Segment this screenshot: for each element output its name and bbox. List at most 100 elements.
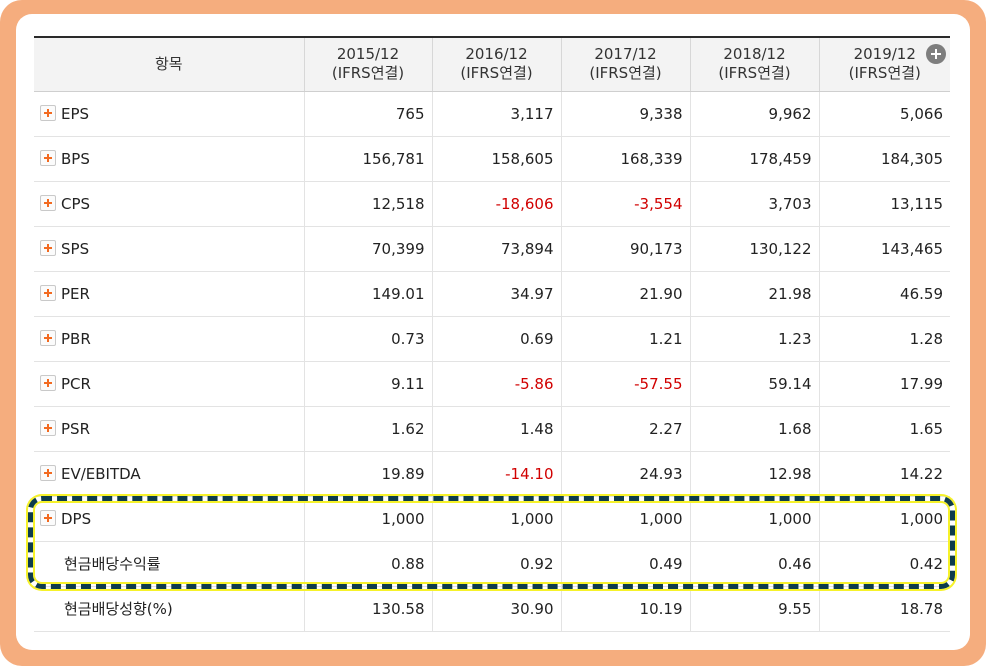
value-cell: 21.90 (560, 271, 690, 317)
value-cell: 90,173 (560, 226, 690, 272)
table-row-payout-ratio: 현금배당성향(%) 130.58 30.90 10.19 9.55 18.78 (34, 586, 950, 632)
plus-square-icon[interactable] (40, 465, 56, 481)
column-basis: (IFRS연결) (589, 64, 662, 83)
table-row-per: PER 149.01 34.97 21.90 21.98 46.59 (34, 271, 950, 317)
value-cell: 149.01 (303, 271, 432, 317)
table-row-pcr: PCR 9.11 -5.86 -57.55 59.14 17.99 (34, 361, 950, 407)
table-row-dividend-yield: 현금배당수익률 0.88 0.92 0.49 0.46 0.42 (34, 541, 950, 587)
row-label: DPS (61, 509, 92, 528)
value-cell-negative: -5.86 (431, 361, 561, 407)
value-cell-negative: -57.55 (560, 361, 690, 407)
row-label-cell[interactable]: SPS (34, 226, 304, 272)
value-cell: 24.93 (560, 451, 690, 497)
value-cell: 70,399 (303, 226, 432, 272)
value-cell-negative: -18,606 (431, 181, 561, 227)
header-row: 항목 2015/12 (IFRS연결) 2016/12 (IFRS연결) 201… (34, 36, 950, 92)
value-cell: 3,117 (431, 91, 561, 137)
financial-ratio-table: 항목 2015/12 (IFRS연결) 2016/12 (IFRS연결) 201… (34, 36, 950, 632)
value-cell: 1.48 (431, 406, 561, 452)
table-row-pbr: PBR 0.73 0.69 1.21 1.23 1.28 (34, 316, 950, 362)
value-cell-negative: -3,554 (560, 181, 690, 227)
plus-square-icon[interactable] (40, 420, 56, 436)
plus-square-icon[interactable] (40, 105, 56, 121)
row-label: BPS (61, 149, 90, 168)
value-cell: 168,339 (560, 136, 690, 182)
value-cell: 1.28 (818, 316, 950, 362)
row-label-cell: 현금배당성향(%) (34, 586, 304, 632)
value-cell: 0.73 (303, 316, 432, 362)
value-cell: 0.69 (431, 316, 561, 362)
value-cell: 17.99 (818, 361, 950, 407)
value-cell: 21.98 (689, 271, 819, 317)
column-header-2017: 2017/12 (IFRS연결) (560, 36, 690, 92)
value-cell: 9.11 (303, 361, 432, 407)
value-cell: 1.65 (818, 406, 950, 452)
row-label: PSR (61, 419, 90, 438)
row-label-cell[interactable]: DPS (34, 496, 304, 542)
row-label-cell[interactable]: EPS (34, 91, 304, 137)
row-label-cell[interactable]: PBR (34, 316, 304, 362)
value-cell-negative: -14.10 (431, 451, 561, 497)
column-header-2018: 2018/12 (IFRS연결) (689, 36, 819, 92)
row-label-cell[interactable]: CPS (34, 181, 304, 227)
plus-square-icon[interactable] (40, 285, 56, 301)
row-label: EV/EBITDA (61, 464, 141, 483)
value-cell: 46.59 (818, 271, 950, 317)
value-cell: 0.46 (689, 541, 819, 587)
column-header-2015: 2015/12 (IFRS연결) (303, 36, 432, 92)
row-label-cell[interactable]: EV/EBITDA (34, 451, 304, 497)
table-row-cps: CPS 12,518 -18,606 -3,554 3,703 13,115 (34, 181, 950, 227)
column-basis: (IFRS연결) (331, 64, 405, 83)
plus-square-icon[interactable] (40, 330, 56, 346)
plus-square-icon[interactable] (40, 150, 56, 166)
column-period: 2017/12 (594, 45, 657, 64)
value-cell: 1,000 (689, 496, 819, 542)
row-label-cell[interactable]: PER (34, 271, 304, 317)
row-label-cell[interactable]: BPS (34, 136, 304, 182)
value-cell: 34.97 (431, 271, 561, 317)
row-label-cell[interactable]: PSR (34, 406, 304, 452)
value-cell: 9.55 (689, 586, 819, 632)
value-cell: 0.88 (303, 541, 432, 587)
column-period: 2018/12 (723, 45, 786, 64)
value-cell: 9,338 (560, 91, 690, 137)
column-header-2016: 2016/12 (IFRS연결) (431, 36, 561, 92)
row-label: EPS (61, 104, 90, 123)
row-label-cell[interactable]: PCR (34, 361, 304, 407)
value-cell: 59.14 (689, 361, 819, 407)
plus-square-icon[interactable] (40, 375, 56, 391)
column-header-2019: 2019/12 (IFRS연결) (818, 36, 950, 92)
plus-square-icon[interactable] (40, 195, 56, 211)
value-cell: 1.23 (689, 316, 819, 362)
value-cell: 9,962 (689, 91, 819, 137)
table-row-dps: DPS 1,000 1,000 1,000 1,000 1,000 (34, 496, 950, 542)
value-cell: 158,605 (431, 136, 561, 182)
row-label: PCR (61, 374, 91, 393)
value-cell: 143,465 (818, 226, 950, 272)
column-basis: (IFRS연결) (718, 64, 791, 83)
table-row-eps: EPS 765 3,117 9,338 9,962 5,066 (34, 91, 950, 137)
row-label: 현금배당수익률 (64, 555, 161, 573)
value-cell: 0.42 (818, 541, 950, 587)
plus-square-icon[interactable] (40, 510, 56, 526)
value-cell: 18.78 (818, 586, 950, 632)
value-cell: 765 (303, 91, 432, 137)
table-row-ev-ebitda: EV/EBITDA 19.89 -14.10 24.93 12.98 14.22 (34, 451, 950, 497)
value-cell: 1,000 (818, 496, 950, 542)
column-period: 2015/12 (336, 45, 400, 64)
value-cell: 0.92 (431, 541, 561, 587)
value-cell: 73,894 (431, 226, 561, 272)
value-cell: 5,066 (818, 91, 950, 137)
plus-square-icon[interactable] (40, 240, 56, 256)
value-cell: 30.90 (431, 586, 561, 632)
row-label-cell: 현금배당수익률 (34, 541, 304, 587)
plus-circle-icon[interactable] (926, 44, 946, 64)
value-cell: 1.68 (689, 406, 819, 452)
value-cell: 156,781 (303, 136, 432, 182)
value-cell: 178,459 (689, 136, 819, 182)
row-label: CPS (61, 194, 91, 213)
row-label: 현금배당성향(%) (64, 600, 173, 618)
corner-header: 항목 (34, 36, 304, 92)
value-cell: 19.89 (303, 451, 432, 497)
column-basis: (IFRS연결) (848, 64, 921, 83)
